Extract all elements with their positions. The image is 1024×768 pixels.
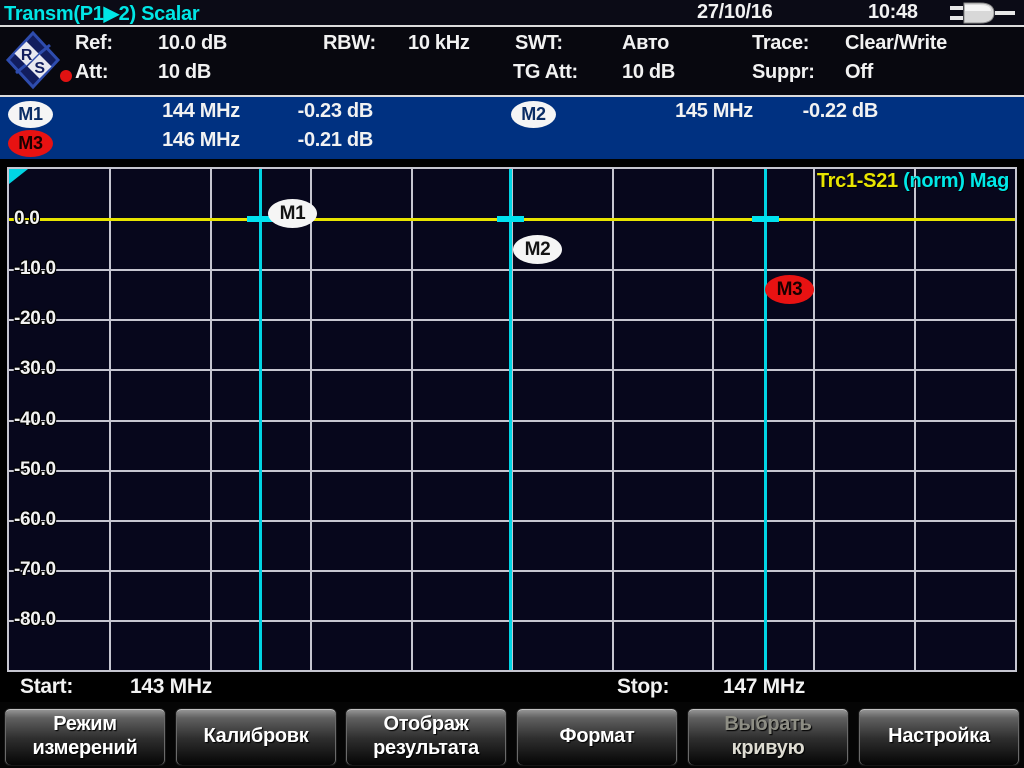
suppr-label: Suppr: <box>752 61 815 84</box>
svg-text:S: S <box>34 60 45 77</box>
marker-m1-line[interactable] <box>259 169 262 670</box>
ytick-label: -80.0 <box>14 609 56 631</box>
start-frequency: 143 MHz <box>130 675 212 699</box>
gridline <box>9 620 1015 622</box>
trace-plot-area: 0.0 -10.0 -20.0 -30.0 -40.0 -50.0 -60.0 … <box>7 167 1017 672</box>
softkey-label: измерений <box>33 737 138 761</box>
softkey-setup[interactable]: Настройка <box>858 708 1020 766</box>
softkey-bar: Режим измерений Калибровк Отображ резуль… <box>0 702 1024 768</box>
softkey-label: Калибровк <box>204 725 309 749</box>
marker-table: M1 144 MHz -0.23 dB M2 145 MHz -0.22 dB … <box>0 97 1024 159</box>
ytick-label: -60.0 <box>14 509 56 531</box>
softkey-label: Режим <box>53 713 116 737</box>
swt-label: SWT: <box>515 32 563 55</box>
start-label: Start: <box>20 675 73 699</box>
marker-m2-level: -0.22 dB <box>760 100 878 123</box>
att-indicator-dot <box>60 70 72 82</box>
marker-m3-level: -0.21 dB <box>255 129 373 152</box>
marker-badge-m3[interactable]: M3 <box>8 130 53 157</box>
marker-m3-tick <box>752 216 779 222</box>
rbw-label: RBW: <box>323 32 376 55</box>
gridline <box>9 319 1015 321</box>
softkey-label: Выбрать <box>724 713 811 737</box>
suppr-value: Off <box>845 61 873 84</box>
softkey-format[interactable]: Формат <box>516 708 678 766</box>
trace-format: (norm) Mag <box>898 170 1009 192</box>
rohde-schwarz-logo: R S <box>4 29 62 97</box>
marker-m2-line[interactable] <box>509 169 512 670</box>
ytick-label: -10.0 <box>14 258 56 280</box>
att-label: Att: <box>75 61 108 84</box>
marker-m1-level: -0.23 dB <box>255 100 373 123</box>
softkey-calibration[interactable]: Калибровк <box>175 708 337 766</box>
ref-label: Ref: <box>75 32 113 55</box>
softkey-result-display[interactable]: Отображ результата <box>345 708 507 766</box>
ytick-label: -50.0 <box>14 459 56 481</box>
marker-m2-bubble[interactable]: M2 <box>513 235 562 264</box>
date-display: 27/10/16 <box>697 1 772 24</box>
ytick-label: -30.0 <box>14 358 56 380</box>
trace-corner-indicator-icon <box>9 169 29 190</box>
att-value: 10 dB <box>158 61 211 84</box>
svg-text:R: R <box>21 47 33 64</box>
marker-m3-line[interactable] <box>764 169 767 670</box>
marker-m2-frequency: 145 MHz <box>600 100 753 123</box>
gridline <box>9 470 1015 472</box>
tg-att-label: TG Att: <box>513 61 578 84</box>
marker-m2-tick <box>497 216 524 222</box>
stop-label: Stop: <box>617 675 669 699</box>
time-display: 10:48 <box>868 1 918 24</box>
ref-value: 10.0 dB <box>158 32 227 55</box>
marker-m3-frequency: 146 MHz <box>90 129 240 152</box>
trace-mode-value: Clear/Write <box>845 32 947 55</box>
gridline <box>9 269 1015 271</box>
softkey-label: результата <box>373 737 479 761</box>
marker-m3-bubble[interactable]: M3 <box>765 275 814 304</box>
softkey-label: Настройка <box>888 725 990 749</box>
softkey-measurement-mode[interactable]: Режим измерений <box>4 708 166 766</box>
frequency-range-row: Start: 143 MHz Stop: 147 MHz <box>0 672 1024 702</box>
title-bar: Transm(P1▶2) Scalar 27/10/16 10:48 <box>0 0 1024 25</box>
stop-frequency: 147 MHz <box>723 675 805 699</box>
trace-name: Trc1-S21 <box>817 170 898 192</box>
softkey-label: Отображ <box>383 713 468 737</box>
swt-value: Авто <box>622 32 669 55</box>
settings-header: R S Ref: 10.0 dB RBW: 10 kHz SWT: Авто T… <box>0 27 1024 95</box>
softkey-label: Формат <box>560 725 635 749</box>
marker-m1-bubble[interactable]: M1 <box>268 199 317 228</box>
gridline <box>9 420 1015 422</box>
ytick-label: -70.0 <box>14 559 56 581</box>
marker-m1-frequency: 144 MHz <box>90 100 240 123</box>
marker-badge-m2[interactable]: M2 <box>511 101 556 128</box>
tg-att-value: 10 dB <box>622 61 675 84</box>
measurement-title: Transm(P1▶2) Scalar <box>4 1 199 26</box>
trace-mode-label: Trace: <box>752 32 809 55</box>
marker-badge-m1[interactable]: M1 <box>8 101 53 128</box>
gridline <box>9 369 1015 371</box>
softkey-select-trace-disabled: Выбрать кривую <box>687 708 849 766</box>
ytick-label: -40.0 <box>14 409 56 431</box>
trace-legend: Trc1-S21 (norm) Mag <box>817 170 1009 193</box>
ytick-label: 0.0 <box>14 208 40 230</box>
ytick-label: -20.0 <box>14 308 56 330</box>
gridline <box>9 570 1015 572</box>
rbw-value: 10 kHz <box>408 32 470 55</box>
softkey-label: кривую <box>732 737 805 761</box>
gridline <box>9 520 1015 522</box>
